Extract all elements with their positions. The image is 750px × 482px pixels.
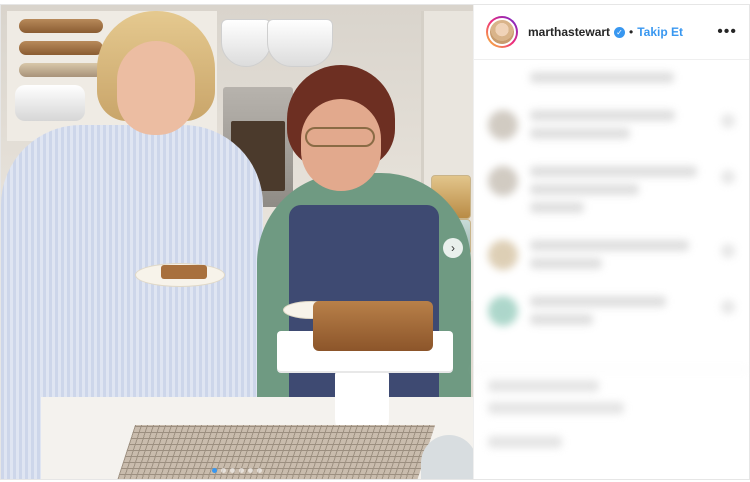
list-item <box>488 72 735 90</box>
avatar <box>488 110 518 140</box>
comments-list <box>474 60 749 369</box>
comment-text <box>530 110 711 146</box>
post-header: marthastewart ✓ • Takip Et ••• <box>474 5 749 60</box>
left-woman-face <box>117 41 195 135</box>
comment-text <box>530 296 711 332</box>
comment-text <box>530 166 711 220</box>
post-photo[interactable]: › <box>1 5 473 479</box>
heart-icon <box>721 114 735 128</box>
username-link[interactable]: marthastewart <box>528 25 610 39</box>
list-item <box>488 240 735 276</box>
carousel-dot[interactable] <box>257 468 262 473</box>
list-item <box>488 166 735 220</box>
follow-button[interactable]: Takip Et <box>637 25 683 39</box>
carousel-dot[interactable] <box>239 468 244 473</box>
carousel-dot[interactable] <box>212 468 217 473</box>
paper-towel-roll <box>15 85 85 121</box>
avatar[interactable] <box>486 16 518 48</box>
heart-icon <box>721 170 735 184</box>
post-side-panel: marthastewart ✓ • Takip Et ••• <box>473 5 749 479</box>
comment-text <box>530 240 711 276</box>
paper-roll <box>19 41 103 55</box>
bowl <box>267 19 333 67</box>
instagram-post: › marthastewart ✓ • Takip Et ••• <box>0 4 750 480</box>
avatar <box>488 296 518 326</box>
chevron-right-icon[interactable]: › <box>443 238 463 258</box>
cake-slice <box>161 265 207 279</box>
verified-badge-icon: ✓ <box>614 26 626 38</box>
paper-roll <box>19 19 103 33</box>
carousel-dot[interactable] <box>230 468 235 473</box>
separator: • <box>629 25 634 39</box>
carousel-dot[interactable] <box>221 468 226 473</box>
heart-icon <box>721 300 735 314</box>
glasses <box>305 127 375 147</box>
comment-text <box>530 72 735 90</box>
loaf-cake <box>313 301 433 351</box>
carousel-dots <box>1 468 473 473</box>
avatar <box>488 166 518 196</box>
carousel-dot[interactable] <box>248 468 253 473</box>
next-glyph: › <box>451 241 455 255</box>
white-bowls <box>221 19 333 71</box>
avatar-image <box>488 18 516 46</box>
avatar <box>488 240 518 270</box>
post-actions <box>474 369 749 479</box>
list-item <box>488 296 735 332</box>
list-item <box>488 110 735 146</box>
more-options-icon[interactable]: ••• <box>717 23 737 41</box>
heart-icon <box>721 244 735 258</box>
paper-roll <box>19 63 103 77</box>
bowl <box>221 19 271 67</box>
